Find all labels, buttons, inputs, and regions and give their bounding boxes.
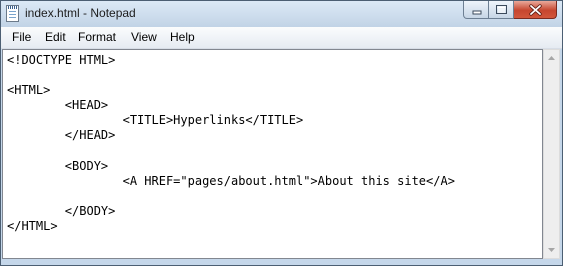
arrow-up-icon — [548, 56, 555, 60]
arrow-down-icon — [548, 248, 555, 252]
menu-file[interactable]: File — [11, 30, 32, 44]
text-line: </HTML> — [7, 219, 58, 234]
vertical-scrollbar[interactable] — [543, 49, 560, 259]
title-bar[interactable]: index.html - Notepad — [1, 1, 562, 27]
close-icon — [529, 4, 542, 16]
menu-bar: File Edit Format View Help — [1, 27, 562, 49]
menu-edit[interactable]: Edit — [44, 30, 67, 44]
maximize-icon — [496, 5, 507, 14]
text-line: <A HREF="pages/about.html">About this si… — [7, 173, 455, 188]
close-button[interactable] — [514, 1, 557, 19]
minimize-icon — [472, 10, 482, 15]
menu-help[interactable]: Help — [169, 30, 196, 44]
text-line: <BODY> — [7, 158, 109, 173]
menu-view[interactable]: View — [130, 30, 158, 44]
notepad-window: index.html - Notepad File Edit Format Vi… — [0, 0, 563, 266]
menu-format[interactable]: Format — [77, 30, 117, 44]
window-controls — [463, 1, 557, 20]
text-editor-area[interactable]: <!DOCTYPE HTML> <HTML> <HEAD> <TITLE>Hyp… — [2, 49, 543, 259]
document-text: <!DOCTYPE HTML> <HTML> <HEAD> <TITLE>Hyp… — [7, 53, 455, 234]
text-line: <TITLE>Hyperlinks</TITLE> — [7, 113, 304, 128]
scroll-down-button[interactable] — [544, 241, 559, 258]
text-line: <!DOCTYPE HTML> — [7, 53, 116, 67]
scroll-up-button[interactable] — [544, 50, 559, 67]
window-title: index.html - Notepad — [25, 6, 136, 20]
maximize-button[interactable] — [489, 1, 514, 19]
text-line: <HTML> — [7, 83, 51, 98]
minimize-button[interactable] — [463, 1, 489, 19]
text-line: </BODY> — [7, 203, 116, 218]
notepad-icon — [6, 5, 19, 22]
text-line: </HEAD> — [7, 128, 116, 143]
window-bottom-edge — [1, 259, 562, 265]
text-line: <HEAD> — [7, 98, 109, 113]
